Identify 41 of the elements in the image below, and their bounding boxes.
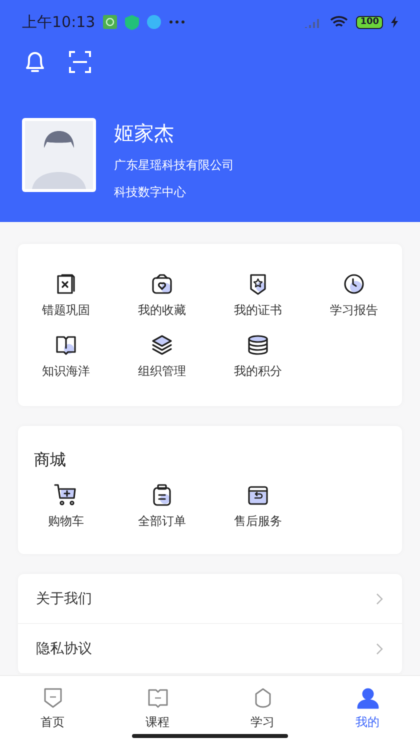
status-time: 上午10:13: [22, 12, 96, 32]
feature-item[interactable]: 学习报告: [306, 272, 402, 319]
feature-item[interactable]: 知识海洋: [18, 333, 114, 380]
shop-item[interactable]: 购物车: [18, 483, 114, 530]
scan-icon[interactable]: [68, 50, 92, 74]
wifi-icon: [330, 16, 348, 28]
app-icon: [103, 15, 118, 29]
shop-item[interactable]: 售后服务: [210, 483, 306, 530]
clipboard-icon: [150, 483, 174, 507]
document-x-icon: [54, 272, 78, 296]
return-box-icon: [246, 483, 270, 507]
department-name: 科技数字中心: [114, 184, 187, 201]
tab[interactable]: 学习: [210, 676, 315, 746]
charging-icon: [391, 16, 398, 28]
battery-level: 100: [356, 16, 383, 28]
shop-item[interactable]: 全部订单: [114, 483, 210, 530]
more-icon: [169, 20, 186, 24]
tab[interactable]: 我的: [315, 676, 420, 746]
clock-icon: [342, 272, 366, 296]
menu-row[interactable]: 关于我们: [18, 574, 402, 624]
app-icon: [147, 15, 162, 29]
heart-bag-icon: [150, 272, 174, 296]
feature-item[interactable]: 错题巩固: [18, 272, 114, 319]
tab[interactable]: 课程: [105, 676, 210, 746]
layers-icon: [150, 333, 174, 357]
feature-item[interactable]: 我的证书: [210, 272, 306, 319]
shield-icon: [125, 14, 140, 30]
coin-stack-icon: [246, 333, 270, 357]
section-title: 商城: [33, 449, 67, 471]
feature-item[interactable]: 我的积分: [210, 333, 306, 380]
person-icon: [356, 686, 380, 710]
tab[interactable]: 首页: [0, 676, 105, 746]
cart-icon: [54, 483, 78, 507]
chevron-icon: [376, 592, 384, 604]
company-name: 广东星瑶科技有限公司: [114, 157, 234, 174]
feature-item[interactable]: 组织管理: [114, 333, 210, 380]
book-icon: [54, 333, 78, 357]
user-name: 姬家杰: [114, 120, 175, 147]
feature-item[interactable]: 我的收藏: [114, 272, 210, 319]
menu-row[interactable]: 隐私协议: [18, 624, 402, 674]
chevron-icon: [376, 642, 384, 654]
